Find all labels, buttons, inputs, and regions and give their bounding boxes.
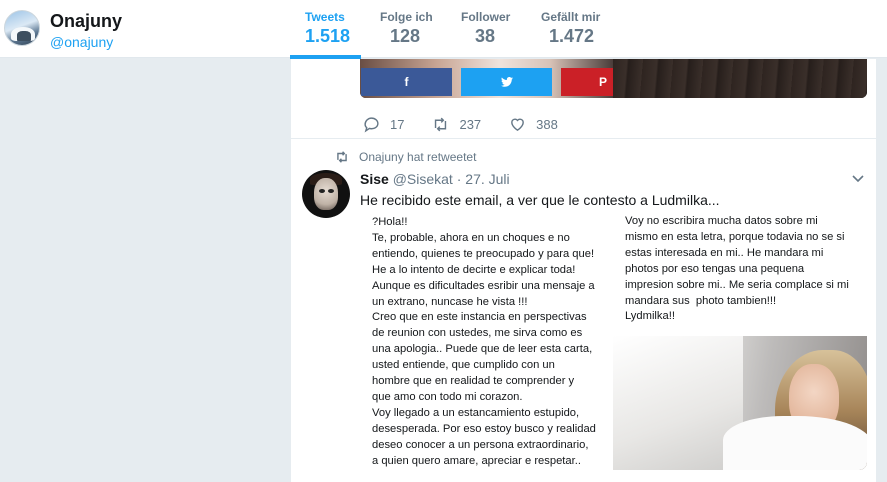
stat-tweets[interactable]: Tweets 1.518 [305, 10, 350, 58]
profile-name[interactable]: Onajuny [50, 11, 122, 32]
tweet-date-separator: · [456, 171, 462, 187]
retweet-icon [435, 117, 447, 131]
previous-tweet-photo-floor[interactable] [613, 59, 867, 98]
letter-text-left: ?Hola!! Te, probable, ahora en un choque… [372, 216, 596, 467]
tweet-date[interactable]: 27. Juli [465, 171, 509, 187]
tweet-media[interactable]: ?Hola!! Te, probable, ahora en un choque… [360, 212, 867, 470]
chevron-down-icon[interactable] [852, 175, 864, 183]
retweet-context-text: Onajuny hat retweetet [359, 150, 477, 164]
tweet-divider [291, 138, 878, 139]
facebook-share-button[interactable]: f [361, 68, 452, 96]
previous-tweet-media[interactable]: f P [360, 59, 867, 98]
retweet-count: 237 [459, 116, 482, 132]
stat-following[interactable]: Folge ich 128 [380, 10, 433, 58]
stat-likes-value: 1.472 [549, 26, 595, 46]
profile-nav-bar: Onajuny @onajuny Tweets 1.518 Folge ich … [0, 0, 887, 59]
stat-following-label: Folge ich [380, 10, 433, 24]
retweet-button[interactable]: 237 [432, 116, 481, 133]
like-icon [511, 118, 525, 131]
reply-count: 17 [390, 116, 405, 132]
stat-tweets-value: 1.518 [305, 26, 351, 46]
stat-followers[interactable]: Follower 38 [461, 10, 510, 58]
stat-likes-label: Gefällt mir [541, 10, 601, 24]
like-button[interactable]: 388 [509, 116, 558, 133]
timeline: f P 17 237 388 Onajuny hat retweetet Sis… [290, 59, 878, 482]
previous-tweet-actions: 17 237 388 [363, 115, 586, 133]
tweet-author-avatar[interactable] [302, 170, 350, 218]
stat-tweets-label: Tweets [305, 10, 345, 24]
profile-handle[interactable]: @onajuny [50, 34, 113, 50]
stat-likes[interactable]: Gefällt mir 1.472 [541, 10, 600, 58]
pinterest-share-button[interactable]: P [561, 68, 613, 96]
reply-icon [364, 116, 379, 133]
retweet-context[interactable]: Onajuny hat retweetet [335, 150, 476, 164]
twitter-bird-icon [500, 77, 513, 87]
stat-following-value: 128 [390, 26, 421, 46]
retweet-small-icon [337, 151, 347, 163]
tweet-author-name[interactable]: Sise [360, 171, 389, 187]
tweet-header: Sise @Sisekat · 27. Juli [360, 171, 510, 187]
pinterest-icon: P [598, 75, 607, 89]
letter-text-right: Voy no escribira mucha datos sobre mi mi… [625, 215, 849, 323]
tweet-author-handle[interactable]: @Sisekat [393, 171, 453, 187]
stat-followers-value: 38 [475, 26, 496, 46]
facebook-icon: f [404, 75, 409, 89]
profile-avatar[interactable] [4, 10, 40, 46]
tweet-text: He recibido este email, a ver que le con… [360, 192, 720, 208]
stat-followers-label: Follower [461, 10, 511, 24]
tweet-photo[interactable] [613, 336, 867, 470]
like-count: 388 [536, 116, 558, 132]
reply-button[interactable]: 17 [363, 116, 404, 133]
twitter-share-button[interactable] [461, 68, 552, 96]
